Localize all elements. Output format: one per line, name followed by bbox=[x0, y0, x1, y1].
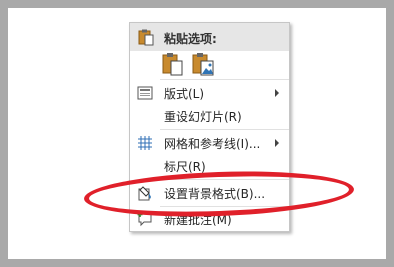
menu-item-layout[interactable]: 版式(L) bbox=[130, 82, 289, 104]
menu-item-grid-and-guides[interactable]: 网格和参考线(I)... bbox=[130, 132, 289, 154]
menu-item-label: 版式(L) bbox=[164, 87, 205, 101]
paste-options-header: 粘贴选项: bbox=[130, 23, 289, 51]
menu-item-label: 重设幻灯片(R) bbox=[164, 110, 242, 124]
separator bbox=[160, 79, 289, 80]
paste-options-label: 粘贴选项: bbox=[164, 32, 217, 46]
paste-use-destination-theme-button[interactable] bbox=[162, 52, 186, 76]
submenu-arrow-icon bbox=[275, 89, 279, 97]
separator bbox=[160, 129, 289, 130]
clipboard-icon bbox=[162, 53, 183, 76]
paste-picture-button[interactable] bbox=[192, 52, 216, 76]
layout-icon bbox=[137, 86, 153, 100]
menu-item-label: 网格和参考线(I)... bbox=[164, 137, 261, 151]
submenu-arrow-icon bbox=[275, 139, 279, 147]
menu-item-reset-slide[interactable]: 重设幻灯片(R) bbox=[130, 105, 289, 127]
clipboard-icon bbox=[138, 29, 154, 46]
clipboard-picture-icon bbox=[192, 53, 214, 76]
grid-icon bbox=[138, 136, 152, 150]
